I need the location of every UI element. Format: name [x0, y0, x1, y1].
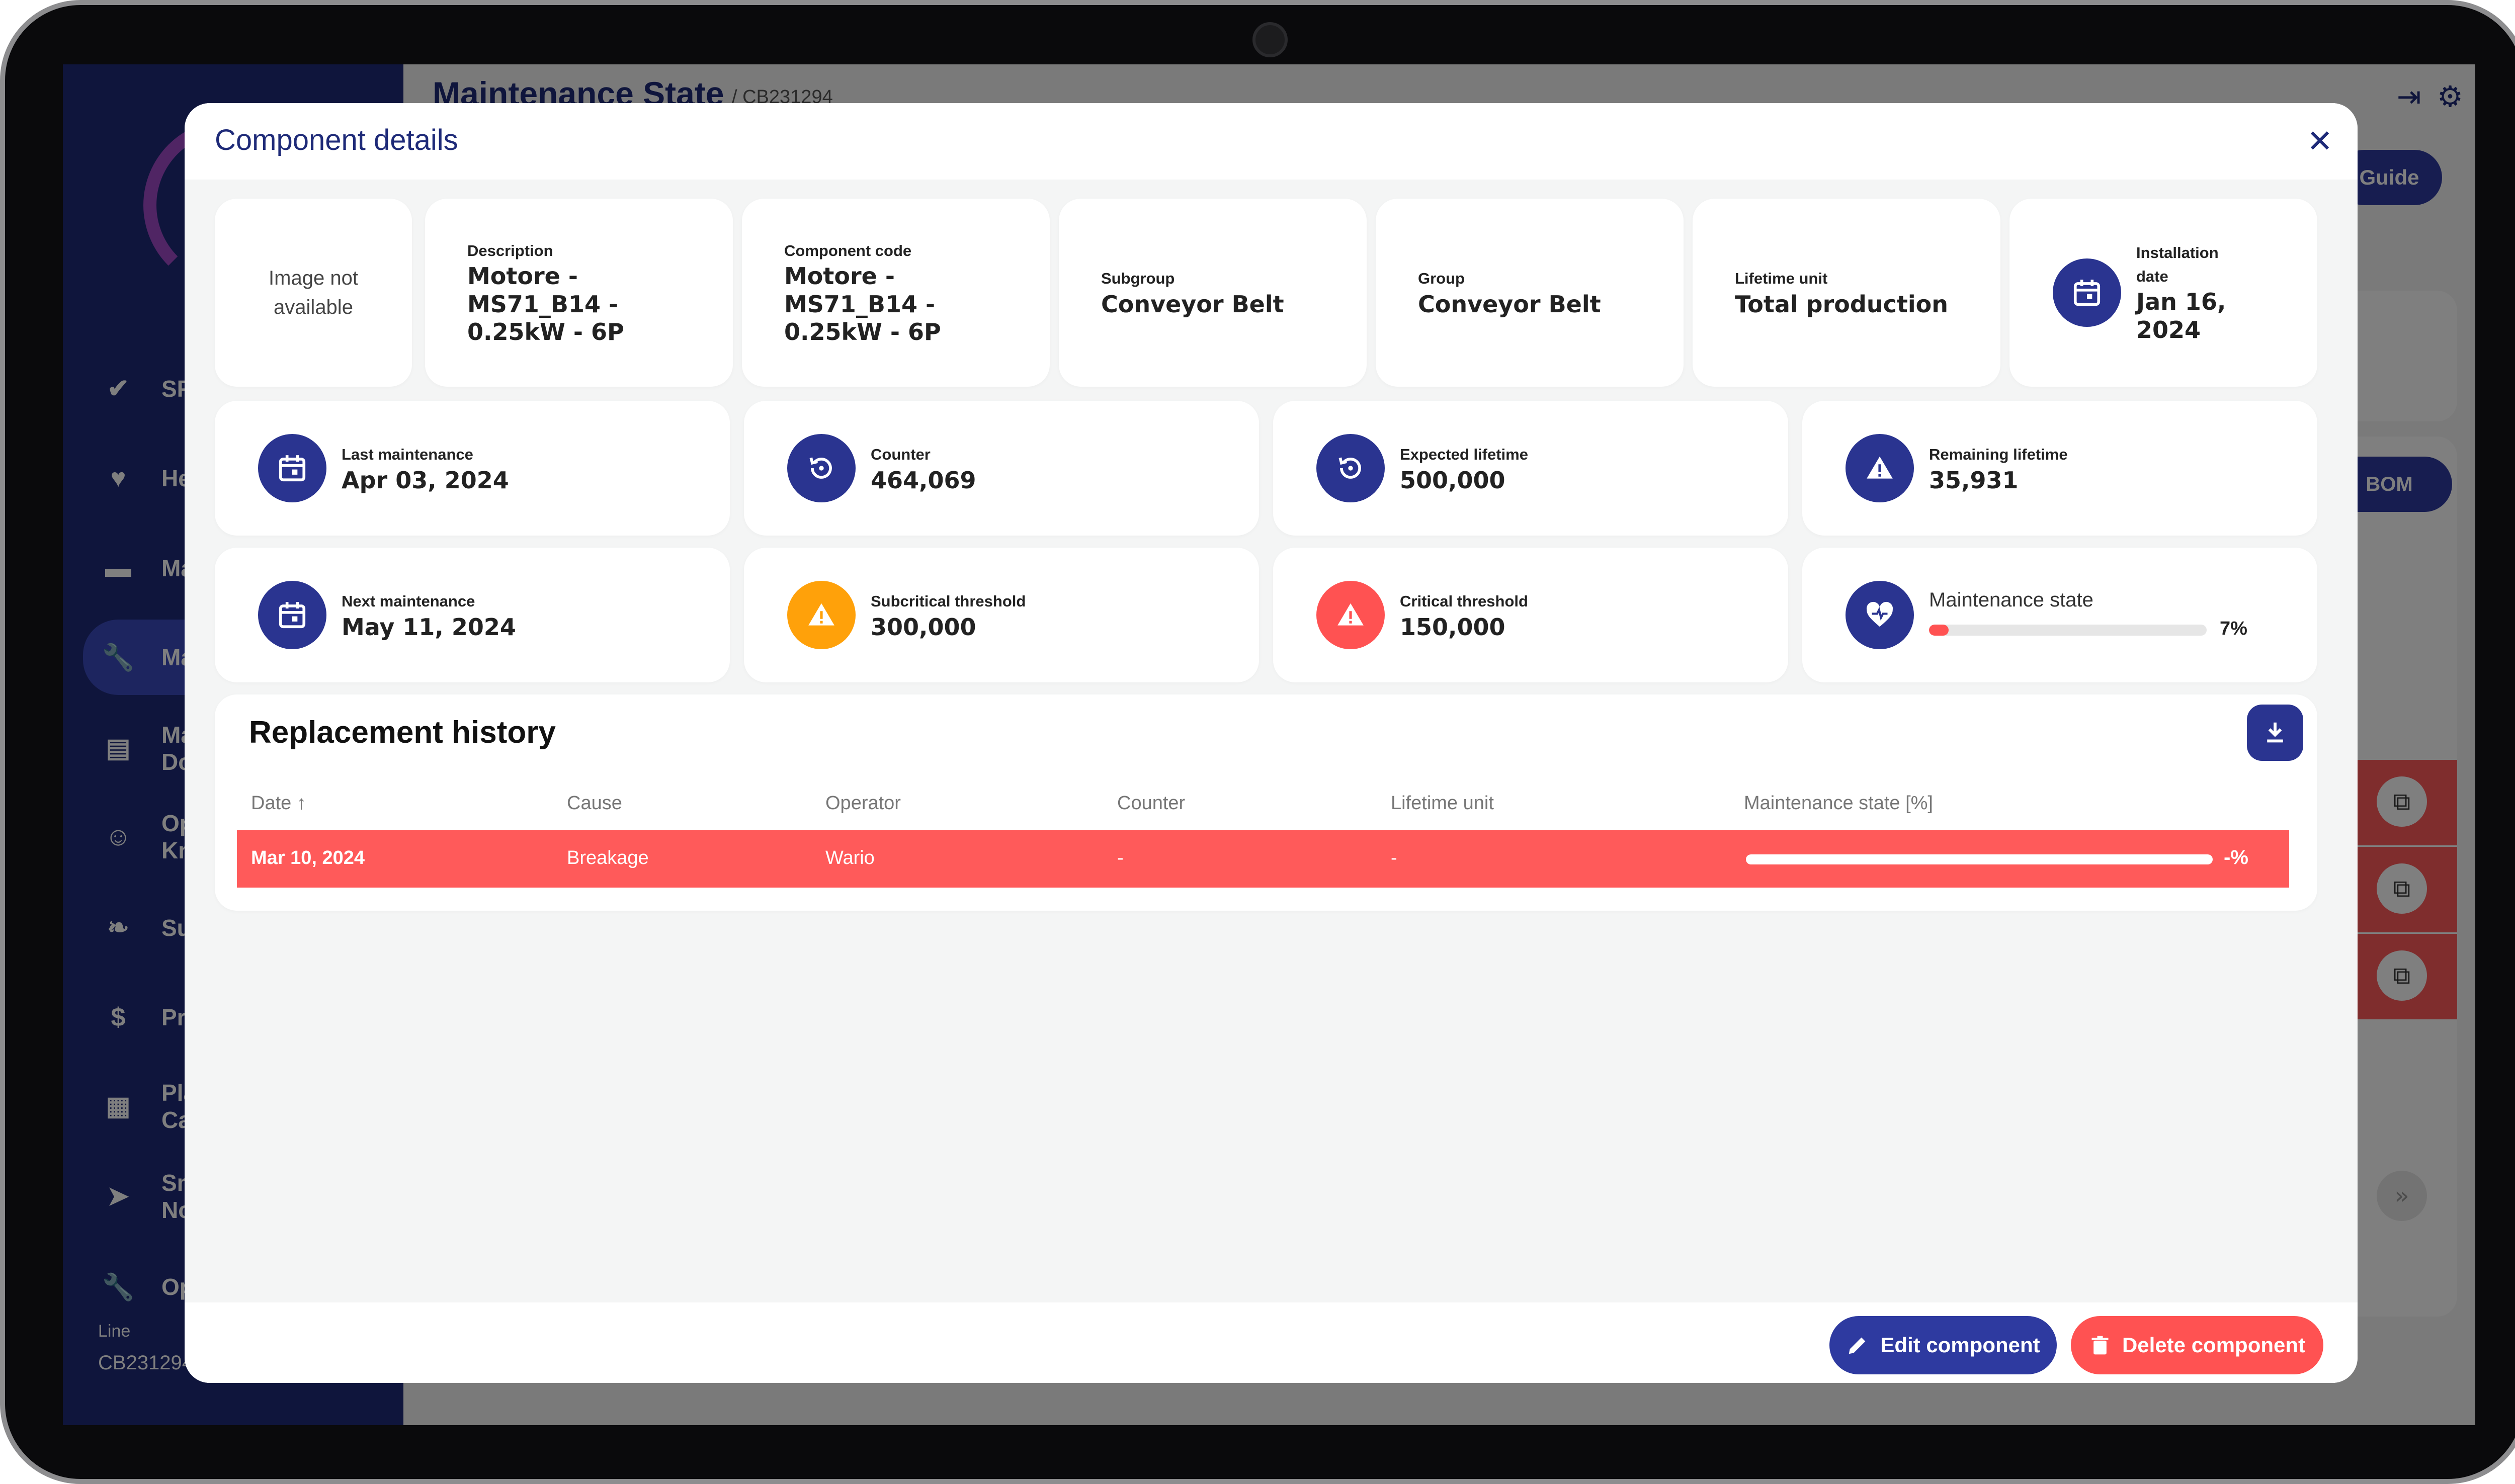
critical-threshold-value: 150,000 — [1400, 613, 1505, 641]
screen: ✔SPC♥He▬Ma🔧Ma▤Ma Do☺Op Kn❧Sus$Pri▦Pla Ca… — [63, 64, 2475, 1425]
table-row[interactable]: Mar 10, 2024 Breakage Wario - - -% — [237, 830, 2289, 888]
info-card-label: Installation date — [2136, 244, 2219, 285]
maintenance-state-percent: 7% — [2220, 618, 2247, 639]
camera — [1252, 22, 1288, 57]
download-icon — [2267, 722, 2283, 743]
info-card-label: Component code — [784, 241, 912, 259]
image-placeholder-text: Image not available — [269, 267, 358, 318]
column-header-lifetime-unit[interactable]: Lifetime unit — [1391, 793, 1494, 814]
info-card: Subgroup Conveyor Belt — [1059, 199, 1367, 387]
column-header-date[interactable]: Date ↑ — [251, 793, 306, 814]
history-icon — [787, 434, 856, 502]
pencil-icon — [1849, 1337, 1866, 1354]
column-header-maintenance-state[interactable]: Maintenance state [%] — [1744, 793, 1933, 814]
row-lifetime-unit: - — [1391, 847, 1397, 868]
column-header-cause[interactable]: Cause — [567, 793, 622, 814]
download-button[interactable] — [2247, 705, 2303, 761]
maintenance-state-card: Maintenance state 7% — [1802, 548, 2317, 682]
info-card-label: Group — [1418, 270, 1465, 288]
next-maintenance-label: Next maintenance — [342, 592, 475, 610]
delete-component-button[interactable]: Delete component — [2071, 1316, 2323, 1374]
history-icon — [1316, 434, 1385, 502]
counter-value: 464,069 — [871, 466, 976, 494]
info-card-value: Conveyor Belt — [1418, 290, 1601, 318]
warning-icon — [787, 581, 856, 649]
info-card: Description Motore - MS71_B14 - 0.25kW - … — [425, 199, 733, 387]
column-header-counter[interactable]: Counter — [1117, 793, 1185, 814]
subcritical-threshold-label: Subcritical threshold — [871, 592, 1026, 610]
warning-icon — [1846, 434, 1914, 502]
component-image: Image not available — [215, 199, 412, 387]
row-operator: Wario — [825, 847, 875, 868]
info-card: Lifetime unit Total production — [1693, 199, 2000, 387]
heart-pulse-icon — [1846, 581, 1914, 649]
tablet-frame: ✔SPC♥He▬Ma🔧Ma▤Ma Do☺Op Kn❧Sus$Pri▦Pla Ca… — [0, 0, 2515, 1484]
calendar-icon — [258, 434, 326, 502]
info-card: Group Conveyor Belt — [1376, 199, 1684, 387]
expected-lifetime-value: 500,000 — [1400, 466, 1505, 494]
replacement-history-title: Replacement history — [249, 715, 556, 750]
last-maintenance-label: Last maintenance — [342, 446, 473, 463]
last-maintenance-value: Apr 03, 2024 — [342, 466, 509, 494]
row-cause: Breakage — [567, 847, 649, 868]
next-maintenance-value: May 11, 2024 — [342, 613, 516, 641]
row-maintenance-state-percent: -% — [2224, 846, 2248, 868]
info-card-value: Jan 16, 2024 — [2136, 288, 2226, 343]
edit-component-label: Edit component — [1880, 1333, 2040, 1357]
expected-lifetime-label: Expected lifetime — [1400, 446, 1528, 463]
info-card-value: Motore - MS71_B14 - 0.25kW - 6P — [467, 263, 624, 345]
warning-icon — [1316, 581, 1385, 649]
info-card-value: Conveyor Belt — [1101, 290, 1284, 318]
replacement-history-card: Replacement history Date ↑ Cause Operato… — [215, 694, 2317, 911]
remaining-lifetime-card: Remaining lifetime 35,931 — [1802, 401, 2317, 536]
info-card-label: Description — [467, 241, 553, 259]
subcritical-threshold-value: 300,000 — [871, 613, 976, 641]
remaining-lifetime-label: Remaining lifetime — [1929, 446, 2068, 463]
edit-component-button[interactable]: Edit component — [1829, 1316, 2057, 1374]
critical-threshold-card: Critical threshold 150,000 — [1273, 548, 1788, 682]
trash-icon — [2091, 1336, 2109, 1355]
modal-header — [185, 103, 2358, 180]
column-header-operator[interactable]: Operator — [825, 793, 901, 814]
last-maintenance-card: Last maintenance Apr 03, 2024 — [215, 401, 730, 536]
row-maintenance-state-bar — [1746, 854, 2213, 864]
counter-card: Counter 464,069 — [744, 401, 1259, 536]
calendar-icon — [2053, 258, 2121, 327]
info-card-value: Total production — [1735, 290, 1948, 318]
info-card: Component code Motore - MS71_B14 - 0.25kW… — [742, 199, 1050, 387]
maintenance-state-label: Maintenance state — [1929, 589, 2093, 611]
maintenance-state-bar-fill — [1929, 625, 1949, 636]
remaining-lifetime-value: 35,931 — [1929, 466, 2019, 494]
maintenance-state-bar — [1929, 625, 2207, 636]
calendar-icon — [258, 581, 326, 649]
critical-threshold-label: Critical threshold — [1400, 592, 1528, 610]
row-counter: - — [1117, 847, 1124, 868]
info-card-label: Subgroup — [1101, 270, 1175, 288]
counter-label: Counter — [871, 446, 931, 463]
info-card-value: Motore - MS71_B14 - 0.25kW - 6P — [784, 263, 941, 345]
subcritical-threshold-card: Subcritical threshold 300,000 — [744, 548, 1259, 682]
info-card: Installation date Jan 16, 2024 — [2009, 199, 2317, 387]
info-card-label: Lifetime unit — [1735, 270, 1828, 288]
modal-title: Component details — [215, 124, 458, 156]
delete-component-label: Delete component — [2122, 1333, 2306, 1357]
component-details-modal: Component details ✕ Image not available … — [185, 103, 2358, 1383]
next-maintenance-card: Next maintenance May 11, 2024 — [215, 548, 730, 682]
row-date: Mar 10, 2024 — [251, 847, 365, 868]
close-icon[interactable]: ✕ — [2297, 118, 2342, 163]
expected-lifetime-card: Expected lifetime 500,000 — [1273, 401, 1788, 536]
